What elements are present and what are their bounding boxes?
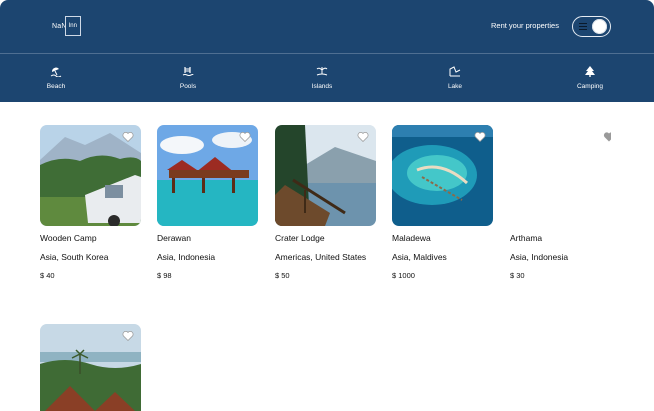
- category-pools[interactable]: Pools: [158, 66, 218, 90]
- listing-card[interactable]: Derawan Asia, Indonesia $ 98: [157, 125, 258, 280]
- listing-title: Wooden Camp: [40, 233, 97, 243]
- logo[interactable]: NaN Inn: [52, 16, 81, 36]
- listing-photo[interactable]: [392, 125, 493, 226]
- app-window: NaN Inn Rent your properties Beach Pools: [0, 0, 654, 411]
- beach-icon: [50, 67, 62, 77]
- camping-icon: [585, 66, 595, 77]
- island-icon: [316, 67, 328, 76]
- category-islands[interactable]: Islands: [292, 66, 352, 90]
- listings-grid: Wooden Camp Asia, South Korea $ 40 Deraw…: [0, 102, 654, 411]
- listing-title: Derawan: [157, 233, 192, 243]
- listing-location: Asia, Indonesia: [510, 252, 569, 262]
- category-label: Lake: [447, 83, 463, 90]
- category-beach[interactable]: Beach: [26, 66, 86, 90]
- listing-location: Asia, Indonesia: [157, 252, 216, 262]
- listing-price: $ 50: [275, 271, 290, 280]
- listing-title: Maladewa: [392, 233, 431, 243]
- lake-icon: [449, 66, 461, 77]
- listing-photo[interactable]: [157, 125, 258, 226]
- category-label: Camping: [576, 83, 603, 90]
- category-bar: Beach Pools Islands Lake Camping: [0, 54, 654, 102]
- listing-location: Americas, United States: [275, 252, 367, 262]
- listing-photo[interactable]: [40, 125, 141, 226]
- listing-price: $ 98: [157, 271, 172, 280]
- listing-location: Asia, South Korea: [40, 252, 109, 262]
- user-avatar-icon: [592, 19, 607, 34]
- heart-icon[interactable]: [474, 131, 486, 143]
- listing-price: $ 40: [40, 271, 55, 280]
- listing-photo[interactable]: [510, 125, 611, 226]
- menu-icon: [579, 23, 587, 30]
- top-header: NaN Inn Rent your properties: [0, 0, 654, 53]
- category-camping[interactable]: Camping: [560, 66, 620, 90]
- pool-icon: [182, 67, 194, 76]
- listing-card[interactable]: [40, 324, 141, 411]
- heart-icon[interactable]: [239, 131, 251, 143]
- listing-card[interactable]: Crater Lodge Americas, United States $ 5…: [275, 125, 376, 280]
- heart-icon[interactable]: [357, 131, 369, 143]
- listing-price: $ 30: [510, 271, 525, 280]
- rent-properties-link[interactable]: Rent your properties: [491, 21, 559, 30]
- listing-title: Crater Lodge: [275, 233, 325, 243]
- listing-title: Arthama: [510, 233, 543, 243]
- heart-icon[interactable]: [603, 131, 611, 143]
- listing-card[interactable]: Arthama Asia, Indonesia $ 30: [510, 125, 611, 280]
- category-label: Beach: [46, 83, 66, 90]
- listing-card[interactable]: Wooden Camp Asia, South Korea $ 40: [40, 125, 141, 280]
- listing-photo[interactable]: [40, 324, 141, 411]
- heart-icon[interactable]: [122, 131, 134, 143]
- category-label: Pools: [179, 83, 197, 90]
- category-lake[interactable]: Lake: [425, 66, 485, 90]
- category-label: Islands: [311, 83, 333, 90]
- listing-card[interactable]: Maladewa Asia, Maldives $ 1000: [392, 125, 493, 280]
- user-menu-button[interactable]: [572, 16, 611, 37]
- listing-location: Asia, Maldives: [392, 252, 447, 262]
- heart-icon[interactable]: [122, 330, 134, 342]
- logo-suffix: Inn: [64, 16, 81, 36]
- listing-price: $ 1000: [392, 271, 415, 280]
- listing-photo[interactable]: [275, 125, 376, 226]
